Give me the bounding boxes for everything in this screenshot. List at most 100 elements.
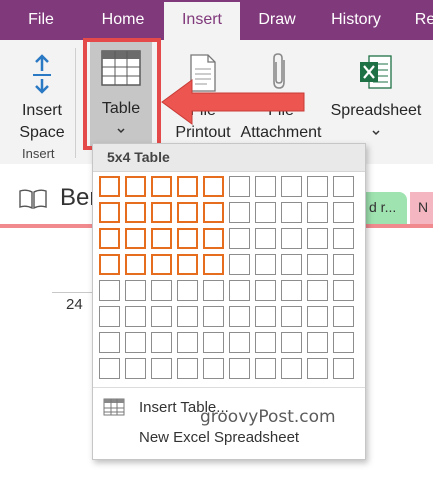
table-grid-cell[interactable] [307,306,328,327]
table-grid-cell[interactable] [151,358,172,379]
table-grid-cell[interactable] [229,280,250,301]
table-grid-cell[interactable] [255,228,276,249]
table-grid-cell[interactable] [333,176,354,197]
table-grid-cell[interactable] [255,202,276,223]
tab-file[interactable]: File [20,0,62,40]
table-grid-cell[interactable] [177,306,198,327]
table-grid-cell[interactable] [333,202,354,223]
table-grid-cell[interactable] [229,228,250,249]
table-grid-cell-selected[interactable] [151,202,172,223]
table-grid-cell-selected[interactable] [99,228,120,249]
table-grid-cell[interactable] [229,202,250,223]
table-grid-cell-selected[interactable] [125,254,146,275]
table-grid-cell[interactable] [125,332,146,353]
table-grid-cell[interactable] [229,306,250,327]
table-grid-cell[interactable] [333,358,354,379]
dropdown-separator [93,387,365,388]
spreadsheet-button[interactable]: Spreadsheet [328,44,424,148]
table-grid-cell-selected[interactable] [125,202,146,223]
pointer-arrow-icon [161,79,305,125]
table-grid-cell-selected[interactable] [203,176,224,197]
table-grid-cell-selected[interactable] [203,254,224,275]
tab-insert[interactable]: Insert [164,2,240,40]
table-grid-cell[interactable] [125,280,146,301]
table-grid-cell[interactable] [255,254,276,275]
table-grid-cell[interactable] [177,358,198,379]
page-tab-2[interactable]: N [410,192,433,224]
table-grid-cell[interactable] [255,280,276,301]
group-separator [75,48,76,158]
table-grid-cell[interactable] [229,332,250,353]
table-grid-cell[interactable] [307,358,328,379]
table-grid-cell[interactable] [99,358,120,379]
table-grid-cell[interactable] [151,306,172,327]
table-grid-cell[interactable] [307,332,328,353]
table-grid-cell[interactable] [255,332,276,353]
table-grid-cell[interactable] [125,306,146,327]
table-grid-cell[interactable] [99,306,120,327]
table-grid-cell-selected[interactable] [151,228,172,249]
table-grid-cell[interactable] [333,254,354,275]
table-grid-cell[interactable] [203,332,224,353]
table-grid-cell[interactable] [281,280,302,301]
table-grid-cell[interactable] [307,280,328,301]
table-grid-cell[interactable] [307,176,328,197]
table-grid-cell-selected[interactable] [125,228,146,249]
table-grid-cell[interactable] [281,254,302,275]
table-grid-cell[interactable] [177,332,198,353]
table-grid-cell[interactable] [333,280,354,301]
table-grid-cell[interactable] [307,254,328,275]
tab-home[interactable]: Home [95,0,151,40]
table-grid-cell-selected[interactable] [177,176,198,197]
table-grid-cell[interactable] [177,280,198,301]
table-grid-cell[interactable] [281,202,302,223]
table-grid-cell-selected[interactable] [177,254,198,275]
table-grid-cell-selected[interactable] [203,202,224,223]
table-grid-cell[interactable] [333,306,354,327]
table-grid-cell-selected[interactable] [151,254,172,275]
insert-space-label-2: Space [19,124,65,141]
table-highlight-box [83,38,161,150]
insert-space-button[interactable]: Insert Space [10,44,74,148]
table-grid-cell[interactable] [333,228,354,249]
table-grid-cell[interactable] [125,358,146,379]
table-grid-cell[interactable] [229,254,250,275]
excel-icon [360,55,392,89]
table-grid-cell-selected[interactable] [177,228,198,249]
table-grid-cell[interactable] [203,306,224,327]
notebook-icon[interactable] [18,188,48,210]
table-grid-cell[interactable] [281,332,302,353]
table-grid-cell[interactable] [99,280,120,301]
table-grid-cell-selected[interactable] [151,176,172,197]
ribbon-tab-bar: File Home Insert Draw History Re [0,0,433,40]
table-grid-cell[interactable] [307,202,328,223]
table-grid-cell[interactable] [229,176,250,197]
table-grid-cell-selected[interactable] [203,228,224,249]
table-grid-cell[interactable] [203,358,224,379]
tab-review[interactable]: Re [410,0,433,40]
page-margin-line [52,292,94,293]
watermark-text: groovyPost.com [200,407,336,427]
new-excel-spreadsheet-item[interactable]: New Excel Spreadsheet [93,426,365,452]
table-grid-cell-selected[interactable] [177,202,198,223]
table-grid-cell[interactable] [255,358,276,379]
table-grid-cell[interactable] [281,306,302,327]
table-grid-cell[interactable] [281,358,302,379]
table-grid-cell[interactable] [151,280,172,301]
table-grid-cell[interactable] [281,176,302,197]
table-grid-cell[interactable] [281,228,302,249]
table-grid-cell-selected[interactable] [99,176,120,197]
tab-history[interactable]: History [325,0,387,40]
table-grid-cell[interactable] [333,332,354,353]
table-grid-cell[interactable] [229,358,250,379]
table-grid-cell-selected[interactable] [99,202,120,223]
table-grid-cell[interactable] [255,176,276,197]
tab-draw[interactable]: Draw [252,0,302,40]
table-grid-cell-selected[interactable] [99,254,120,275]
table-grid-cell-selected[interactable] [125,176,146,197]
table-grid-cell[interactable] [151,332,172,353]
table-grid-cell[interactable] [203,280,224,301]
table-grid-cell[interactable] [99,332,120,353]
table-grid-cell[interactable] [255,306,276,327]
table-grid-cell[interactable] [307,228,328,249]
